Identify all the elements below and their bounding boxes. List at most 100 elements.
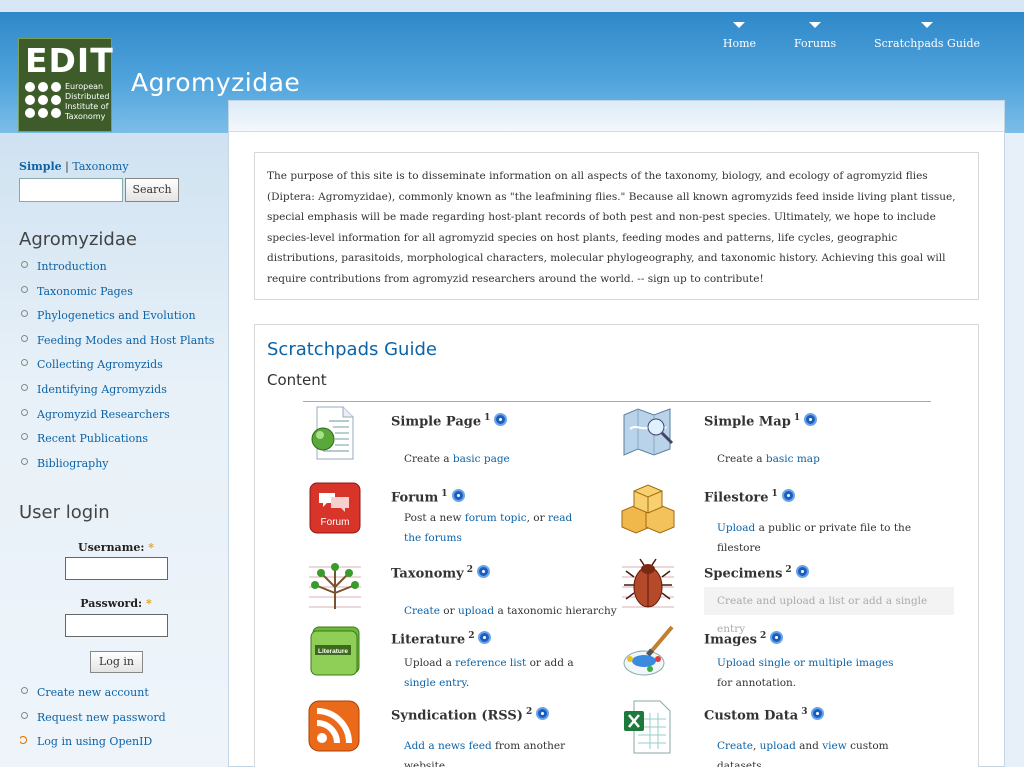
item-taxonomy: Taxonomy 2 Create or upload a taxonomic h…	[307, 557, 617, 629]
item-title[interactable]: Filestore 1	[704, 489, 795, 505]
item-title[interactable]: Specimens 2	[704, 565, 809, 581]
username-label: Username: *	[77, 541, 154, 554]
magnifier-icon[interactable]	[536, 707, 550, 721]
logo-dots	[25, 82, 63, 118]
item-syndication: Syndication (RSS) 2 Add a news feed from …	[307, 699, 607, 767]
main-top-bar	[229, 101, 1004, 132]
upload-images-link[interactable]: Upload single or multiple images	[717, 657, 894, 669]
item-description: Create, upload and view custom datasets.	[717, 740, 889, 767]
guide-title[interactable]: Scratchpads Guide	[267, 339, 437, 360]
nav-home[interactable]: Home	[723, 22, 756, 50]
edit-logo[interactable]: EDIT European Distributed Institute of T…	[18, 38, 114, 132]
magnifier-icon[interactable]	[804, 413, 818, 427]
item-description: Create a basic map	[717, 453, 820, 465]
menu-item-publications[interactable]: Recent Publications	[21, 432, 214, 457]
upload-data-link[interactable]: upload	[760, 740, 796, 752]
rss-icon	[308, 700, 360, 752]
intro-text: The purpose of this site is to dissemina…	[254, 152, 979, 300]
item-description: Post a new forum topic, or read the foru…	[404, 512, 573, 544]
magnifier-icon[interactable]	[476, 565, 490, 579]
menu-item-collecting[interactable]: Collecting Agromyzids	[21, 358, 214, 383]
magnifier-icon[interactable]	[451, 489, 465, 503]
item-title[interactable]: Simple Page 1	[391, 413, 508, 429]
magnifier-icon[interactable]	[494, 413, 508, 427]
search-tab-simple[interactable]: Simple	[19, 160, 62, 173]
map-icon	[623, 408, 674, 456]
menu-item-bibliography[interactable]: Bibliography	[21, 457, 214, 482]
item-simple-page: Simple Page 1 Create a basic page	[307, 405, 607, 477]
site-name[interactable]: Agromyzidae	[131, 68, 300, 97]
login-links: Create new account Request new password …	[20, 686, 166, 760]
magnifier-icon[interactable]	[781, 489, 795, 503]
content-title: Content	[267, 371, 327, 389]
username-field[interactable]	[65, 557, 168, 580]
divider	[303, 401, 931, 402]
nav-scratchpads-guide[interactable]: Scratchpads Guide	[874, 22, 980, 50]
menu-item-taxonomic-pages[interactable]: Taxonomic Pages	[21, 285, 214, 310]
item-title[interactable]: Literature 2	[391, 631, 492, 647]
create-taxonomy-link[interactable]: Create	[404, 605, 440, 617]
logo-text: EDIT	[25, 41, 114, 80]
password-field[interactable]	[65, 614, 168, 637]
item-description: Create and upload a list or add a single…	[704, 587, 954, 635]
item-description: Upload single or multiple images for ann…	[717, 657, 894, 689]
view-data-link[interactable]: view	[822, 740, 847, 752]
item-forum: Forum Forum 1 Post a new forum topic, or …	[307, 481, 607, 553]
item-simple-map: Simple Map 1 Create a basic map	[620, 405, 920, 477]
forum-icon: Forum	[309, 482, 361, 534]
item-title[interactable]: Simple Map 1	[704, 413, 818, 429]
item-description: Upload a public or private file to the f…	[717, 522, 912, 554]
menu-item-phylogenetics[interactable]: Phylogenetics and Evolution	[21, 309, 214, 334]
menu-item-researchers[interactable]: Agromyzid Researchers	[21, 408, 214, 433]
upload-file-link[interactable]: Upload	[717, 522, 755, 534]
logo-subtitle: European Distributed Institute of Taxono…	[65, 82, 110, 121]
scratchpads-guide: Scratchpads Guide Content Simple Page 1 C…	[254, 324, 979, 767]
upload-taxonomy-link[interactable]: upload	[458, 605, 494, 617]
single-entry-link[interactable]: single entry	[404, 677, 466, 689]
menu-item-introduction[interactable]: Introduction	[21, 260, 214, 285]
literature-icon: Literature	[310, 626, 360, 676]
search-tab-taxonomy[interactable]: Taxonomy	[72, 160, 128, 173]
svg-text:Literature: Literature	[318, 648, 348, 655]
item-description: Upload a reference list or add a single …	[404, 657, 574, 689]
item-title[interactable]: Images 2	[704, 631, 784, 647]
search-tab-separator: |	[65, 160, 69, 173]
magnifier-icon[interactable]	[795, 565, 809, 579]
basic-page-link[interactable]: basic page	[453, 453, 510, 465]
item-description: Add a news feed from another website	[404, 740, 566, 767]
request-password-link[interactable]: Request new password	[21, 711, 166, 736]
images-paint-icon	[623, 625, 674, 676]
item-literature: Literature Literature 2 Upload a referenc…	[307, 623, 607, 695]
news-feed-link[interactable]: Add a news feed	[404, 740, 492, 752]
nav-forums[interactable]: Forums	[794, 22, 836, 50]
item-title[interactable]: Custom Data 3	[704, 707, 825, 723]
login-button[interactable]: Log in	[90, 651, 143, 673]
magnifier-icon[interactable]	[811, 707, 825, 721]
basic-map-link[interactable]: basic map	[766, 453, 820, 465]
forum-topic-link[interactable]: forum topic	[465, 512, 527, 524]
create-account-link[interactable]: Create new account	[21, 686, 166, 711]
item-title[interactable]: Taxonomy 2	[391, 565, 490, 581]
item-filestore: Filestore 1 Upload a public or private fi…	[620, 481, 920, 554]
reference-list-link[interactable]: reference list	[455, 657, 526, 669]
page-icon	[311, 406, 354, 460]
openid-login-link[interactable]: Log in using OpenID	[20, 735, 166, 760]
spreadsheet-icon	[624, 700, 671, 754]
item-specimens: Specimens 2 Create and upload a list or a…	[620, 557, 954, 635]
magnifier-icon[interactable]	[770, 631, 784, 645]
search-button[interactable]: Search	[125, 178, 179, 202]
magnifier-icon[interactable]	[478, 631, 492, 645]
create-data-link[interactable]: Create	[717, 740, 753, 752]
item-title[interactable]: Forum 1	[391, 489, 465, 505]
item-description: Create a basic page	[404, 453, 510, 465]
item-images: Images 2 Upload single or multiple images…	[620, 623, 920, 695]
menu-title: Agromyzidae	[19, 229, 137, 250]
item-title[interactable]: Syndication (RSS) 2	[391, 707, 550, 723]
search-input[interactable]	[19, 178, 123, 202]
sidebar: Simple | Taxonomy Search Agromyzidae Int…	[0, 133, 228, 767]
taxonomy-tree-icon	[309, 563, 361, 609]
menu-item-feeding-modes[interactable]: Feeding Modes and Host Plants	[21, 334, 214, 359]
password-label: Password: *	[80, 597, 152, 610]
menu-item-identifying[interactable]: Identifying Agromyzids	[21, 383, 214, 408]
sidebar-menu: Introduction Taxonomic Pages Phylogeneti…	[21, 260, 214, 481]
